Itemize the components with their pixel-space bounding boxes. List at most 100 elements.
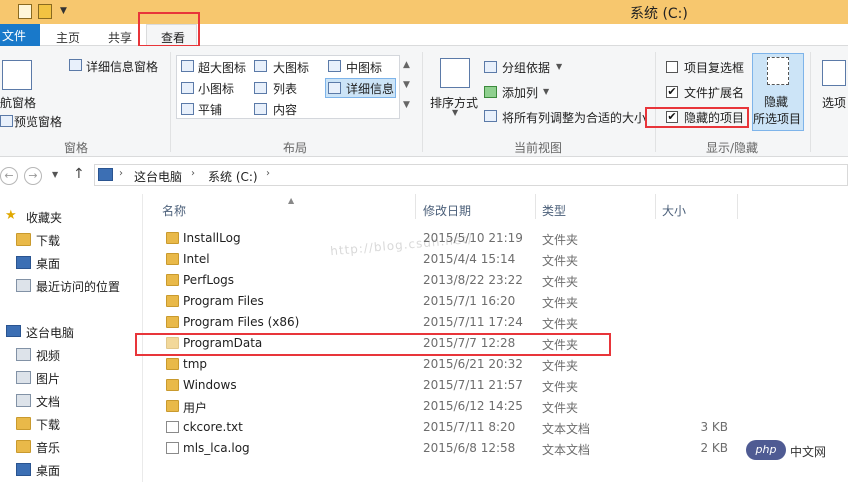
nav-pane-button[interactable]: 航窗格 bbox=[0, 94, 36, 111]
file-size: 2 KB bbox=[700, 441, 728, 455]
desktop-icon bbox=[16, 256, 31, 269]
gallery-expand-icon[interactable]: ▼ bbox=[403, 100, 410, 110]
fit-columns-icon bbox=[484, 110, 497, 122]
item-checkbox-toggle[interactable] bbox=[666, 61, 678, 73]
nav-item-pc-desktop[interactable]: 桌面 bbox=[0, 459, 142, 479]
small-icons-option[interactable]: 小图标 bbox=[198, 80, 234, 97]
details-pane-icon[interactable] bbox=[69, 59, 82, 71]
table-row[interactable]: mls_lca.log 2015/6/8 12:58 文本文档 2 KB bbox=[142, 438, 848, 459]
column-divider[interactable] bbox=[535, 194, 536, 219]
column-header-row bbox=[142, 194, 848, 220]
quick-access-dropdown-icon[interactable]: ▼ bbox=[60, 6, 67, 16]
file-date: 2015/4/4 15:14 bbox=[423, 252, 516, 266]
options-icon[interactable] bbox=[822, 60, 846, 86]
nav-item-videos[interactable]: 视频 bbox=[0, 344, 142, 364]
medium-icons-option[interactable]: 中图标 bbox=[346, 59, 382, 76]
table-row[interactable]: Intel 2015/4/4 15:14 文件夹 bbox=[142, 249, 848, 270]
gallery-scroll-down-icon[interactable]: ▼ bbox=[403, 80, 410, 90]
table-row[interactable]: PerfLogs 2013/8/22 23:22 文件夹 bbox=[142, 270, 848, 291]
options-button[interactable]: 选项 bbox=[822, 94, 846, 111]
folder-icon bbox=[166, 274, 179, 286]
details-pane-button[interactable]: 详细信息窗格 bbox=[86, 58, 158, 75]
breadcrumb-this-pc[interactable]: 这台电脑 bbox=[134, 168, 182, 185]
file-date: 2015/7/11 17:24 bbox=[423, 315, 523, 329]
file-name: 用户 bbox=[183, 401, 208, 415]
group-by-button[interactable]: 分组依据 bbox=[502, 59, 550, 76]
item-checkbox-label: 项目复选框 bbox=[684, 61, 745, 75]
nav-favorites[interactable]: ★ 收藏夹 bbox=[0, 206, 142, 226]
column-divider[interactable] bbox=[415, 194, 416, 219]
list-icon bbox=[254, 82, 267, 94]
table-row[interactable]: Windows 2015/7/11 21:57 文件夹 bbox=[142, 375, 848, 396]
add-columns-button[interactable]: 添加列 bbox=[502, 84, 538, 101]
gallery-scroll-up-icon[interactable]: ▲ bbox=[403, 60, 410, 70]
new-folder-icon[interactable] bbox=[38, 4, 52, 19]
nav-item-music[interactable]: 音乐 bbox=[0, 436, 142, 456]
group-label-show-hide: 显示/隐藏 bbox=[706, 141, 759, 155]
table-row[interactable]: InstallLog 2015/5/10 21:19 文件夹 bbox=[142, 228, 848, 249]
hide-selected-icon bbox=[767, 57, 789, 85]
table-row[interactable]: Program Files (x86) 2015/7/11 17:24 文件夹 bbox=[142, 312, 848, 333]
nav-item-label: 下载 bbox=[36, 418, 61, 432]
list-option[interactable]: 列表 bbox=[273, 80, 297, 97]
folder-icon bbox=[166, 316, 179, 328]
preview-pane-button[interactable]: 预览窗格 bbox=[14, 113, 62, 130]
window-title: 系统 (C:) bbox=[630, 6, 688, 22]
forward-icon[interactable]: → bbox=[24, 167, 42, 185]
content-option[interactable]: 内容 bbox=[273, 101, 297, 118]
details-option[interactable]: 详细信息 bbox=[346, 80, 394, 97]
tab-file[interactable]: 文件 bbox=[0, 24, 40, 46]
nav-item-documents[interactable]: 文档 bbox=[0, 390, 142, 410]
details-icon bbox=[328, 82, 341, 94]
group-by-dropdown-icon[interactable]: ▼ bbox=[556, 62, 562, 71]
column-divider[interactable] bbox=[655, 194, 656, 219]
add-columns-dropdown-icon[interactable]: ▼ bbox=[543, 87, 549, 96]
nav-item-label: 视频 bbox=[36, 349, 61, 363]
table-row[interactable]: tmp 2015/6/21 20:32 文件夹 bbox=[142, 354, 848, 375]
group-separator bbox=[810, 52, 811, 152]
nav-pane-icon[interactable] bbox=[2, 60, 32, 90]
sort-by-icon[interactable] bbox=[440, 58, 470, 88]
column-type[interactable]: 类型 bbox=[542, 202, 566, 219]
up-icon[interactable]: ↑ bbox=[73, 166, 85, 182]
column-size[interactable]: 大小 bbox=[662, 202, 686, 219]
sort-dropdown-icon[interactable]: ▼ bbox=[452, 108, 458, 117]
preview-pane-icon[interactable] bbox=[0, 115, 13, 127]
table-row[interactable]: ckcore.txt 2015/7/11 8:20 文本文档 3 KB bbox=[142, 417, 848, 438]
address-input[interactable]: › 这台电脑 › 系统 (C:) › bbox=[94, 164, 848, 186]
tab-home[interactable]: 主页 bbox=[56, 29, 80, 46]
nav-item-downloads[interactable]: 下载 bbox=[0, 229, 142, 249]
nav-this-pc-label: 这台电脑 bbox=[26, 326, 75, 340]
breadcrumb-drive-c[interactable]: 系统 (C:) bbox=[208, 168, 258, 185]
large-icons-option[interactable]: 大图标 bbox=[273, 59, 309, 76]
group-label-current-view: 当前视图 bbox=[514, 141, 563, 155]
file-ext-toggle[interactable]: ✔ bbox=[666, 86, 678, 98]
file-name: Windows bbox=[183, 378, 237, 392]
table-row[interactable]: Program Files 2015/7/1 16:20 文件夹 bbox=[142, 291, 848, 312]
fit-columns-button[interactable]: 将所有列调整为合适的大小 bbox=[502, 109, 646, 126]
nav-item-recent[interactable]: 最近访问的位置 bbox=[0, 275, 142, 295]
properties-icon[interactable] bbox=[18, 4, 32, 19]
file-date: 2015/6/8 12:58 bbox=[423, 441, 516, 455]
chevron-right-icon: › bbox=[119, 168, 123, 179]
nav-item-pc-downloads[interactable]: 下载 bbox=[0, 413, 142, 433]
highlight-view-tab bbox=[138, 12, 200, 47]
tiles-option[interactable]: 平铺 bbox=[198, 101, 222, 118]
extra-large-icons-icon bbox=[181, 60, 194, 72]
extra-large-icons-option[interactable]: 超大图标 bbox=[198, 59, 246, 76]
title-bar: ▼ 系统 (C:) bbox=[0, 0, 848, 24]
group-label-pane: 窗格 bbox=[64, 141, 89, 155]
recent-dropdown-icon[interactable]: ▼ bbox=[52, 170, 58, 179]
column-divider[interactable] bbox=[737, 194, 738, 219]
nav-item-desktop[interactable]: 桌面 bbox=[0, 252, 142, 272]
nav-this-pc[interactable]: 这台电脑 bbox=[0, 321, 142, 341]
php-cn-logo: php 中文网 bbox=[746, 440, 846, 462]
tab-share[interactable]: 共享 bbox=[108, 29, 132, 46]
back-icon[interactable]: ← bbox=[0, 167, 18, 185]
column-date[interactable]: 修改日期 bbox=[423, 202, 471, 219]
nav-item-pictures[interactable]: 图片 bbox=[0, 367, 142, 387]
table-row[interactable]: 用户 2015/6/12 14:25 文件夹 bbox=[142, 396, 848, 417]
sort-indicator-icon: ▲ bbox=[288, 196, 295, 205]
file-date: 2015/6/21 20:32 bbox=[423, 357, 523, 371]
column-name[interactable]: 名称 bbox=[162, 202, 186, 219]
